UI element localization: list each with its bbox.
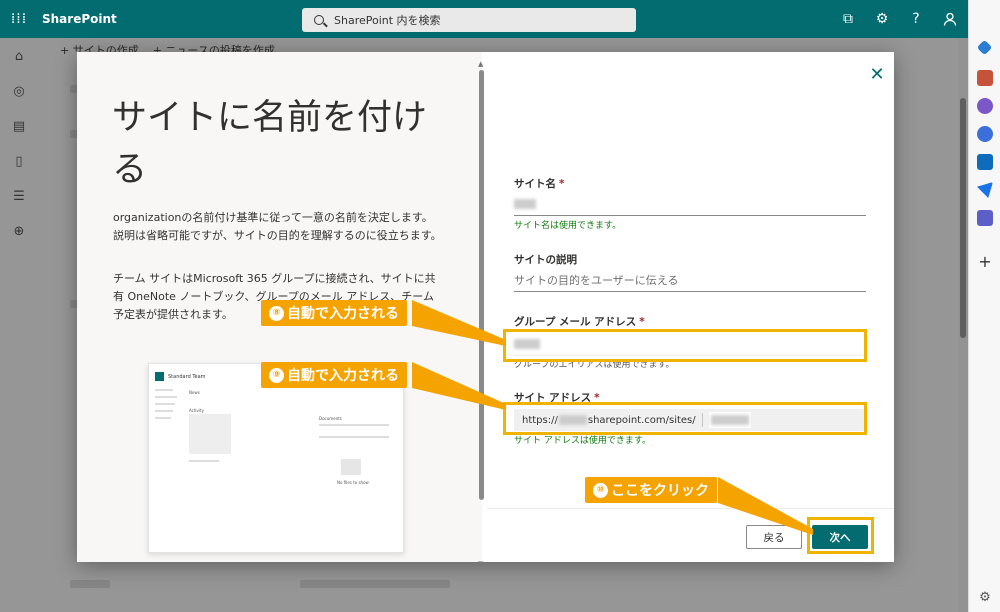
callout-auto-fill-email: ⑧ 自動で入力される (261, 300, 407, 326)
callout-click-here: ⑩ ここをクリック (585, 477, 717, 503)
callout-auto-fill-address: ⑨ 自動で入力される (261, 362, 407, 388)
callout-arrows (412, 300, 813, 535)
